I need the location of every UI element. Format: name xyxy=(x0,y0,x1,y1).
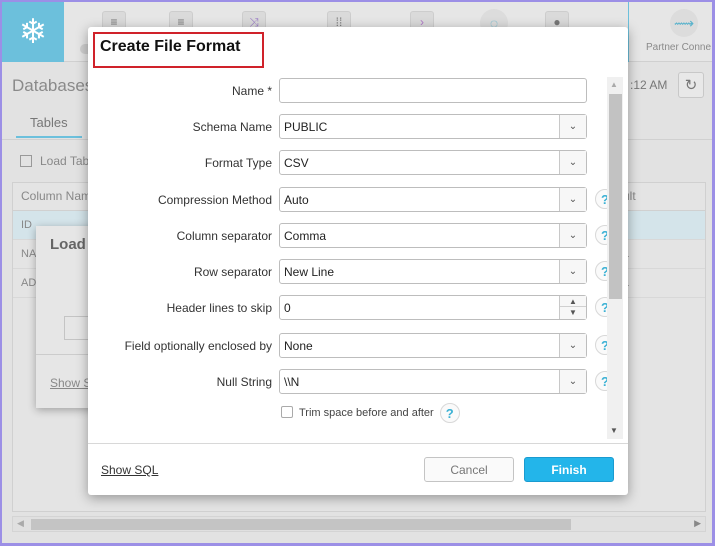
show-sql-link[interactable]: Show SQL xyxy=(101,463,158,477)
column-header-name[interactable]: Column Nam xyxy=(21,189,91,203)
upload-icon xyxy=(20,155,32,167)
dialog-title: Create File Format xyxy=(100,38,241,55)
refresh-button[interactable]: ↻ xyxy=(678,72,704,98)
horizontal-scrollbar[interactable]: ◀ ▶ xyxy=(12,516,706,532)
chevron-down-icon[interactable]: ⌄ xyxy=(559,370,586,393)
null-string-select[interactable]: \\N ⌄ xyxy=(279,369,587,394)
schema-name-row: Schema Name PUBLIC ⌄ xyxy=(88,114,628,140)
row-cell: ID xyxy=(21,219,32,231)
form-vertical-scrollbar[interactable]: ▲ ▼ xyxy=(607,77,623,439)
column-separator-value: Comma xyxy=(284,229,327,243)
scroll-down-icon[interactable]: ▼ xyxy=(610,426,618,435)
schema-name-label: Schema Name xyxy=(192,120,272,134)
refresh-icon: ↻ xyxy=(684,77,698,94)
compression-method-row: Compression Method Auto ⌄ ? xyxy=(88,187,628,213)
header-lines-row: Header lines to skip 0 ▲ ▼ ? xyxy=(88,295,628,321)
last-refreshed-time: :12 AM xyxy=(630,78,668,92)
header-lines-label: Header lines to skip xyxy=(166,301,272,315)
cancel-button[interactable]: Cancel xyxy=(424,457,514,482)
stepper-controls: ▲ ▼ xyxy=(559,296,586,319)
header-lines-value: 0 xyxy=(284,301,291,315)
field-enclosed-row: Field optionally enclosed by None ⌄ ? xyxy=(88,333,628,359)
page-title: Databases xyxy=(12,76,94,95)
schema-name-select[interactable]: PUBLIC ⌄ xyxy=(279,114,587,139)
load-table-label: Load Tab xyxy=(40,154,90,168)
row-separator-row: Row separator New Line ⌄ ? xyxy=(88,259,628,285)
chevron-down-icon[interactable]: ⌄ xyxy=(559,260,586,283)
form-area: Name * Schema Name PUBLIC ⌄ Format Type C… xyxy=(88,72,628,442)
chevron-down-icon[interactable]: ⌄ xyxy=(559,224,586,247)
chevron-down-icon[interactable]: ⌄ xyxy=(559,188,586,211)
format-type-row: Format Type CSV ⌄ xyxy=(88,150,628,176)
snowflake-logo-icon[interactable]: ❄ xyxy=(2,2,64,62)
trim-space-label: Trim space before and after xyxy=(299,406,434,419)
null-string-row: Null String \\N ⌄ ? xyxy=(88,369,628,395)
format-type-label: Format Type xyxy=(204,156,272,170)
scrollbar-thumb[interactable] xyxy=(609,94,622,299)
schema-name-value: PUBLIC xyxy=(284,120,328,134)
trim-space-checkbox[interactable] xyxy=(281,405,293,418)
null-string-value: \\N xyxy=(284,375,300,389)
finish-button[interactable]: Finish xyxy=(524,457,614,482)
null-string-label: Null String xyxy=(216,375,272,389)
scroll-up-icon[interactable]: ▲ xyxy=(610,80,618,89)
name-row: Name * xyxy=(88,78,628,104)
compression-method-select[interactable]: Auto ⌄ xyxy=(279,187,587,212)
row-cell: NA xyxy=(21,248,37,260)
compression-method-label: Compression Method xyxy=(157,193,272,207)
nav-divider xyxy=(628,2,629,62)
format-type-value: CSV xyxy=(284,156,309,170)
row-separator-select[interactable]: New Line ⌄ xyxy=(279,259,587,284)
load-dialog-show-sql-link[interactable]: Show S xyxy=(50,376,91,390)
chevron-down-icon[interactable]: ⌄ xyxy=(559,334,586,357)
row-cell: AD xyxy=(21,277,37,289)
tab-tables[interactable]: Tables xyxy=(16,115,82,138)
name-label: Name * xyxy=(231,84,272,98)
scroll-left-icon[interactable]: ◀ xyxy=(17,518,24,529)
column-separator-select[interactable]: Comma ⌄ xyxy=(279,223,587,248)
load-table-button[interactable]: Load Tab xyxy=(20,154,89,168)
field-enclosed-select[interactable]: None ⌄ xyxy=(279,333,587,358)
help-icon[interactable]: ? xyxy=(439,403,460,423)
name-input[interactable] xyxy=(279,78,587,103)
scroll-right-icon[interactable]: ▶ xyxy=(694,518,701,529)
column-separator-row: Column separator Comma ⌄ ? xyxy=(88,223,628,249)
field-enclosed-value: None xyxy=(284,339,313,353)
chevron-down-icon[interactable]: ⌄ xyxy=(559,115,586,138)
field-enclosed-label: Field optionally enclosed by xyxy=(124,339,272,353)
footer-divider xyxy=(88,443,628,444)
trim-space-option[interactable]: Trim space before and after? xyxy=(281,403,460,423)
increment-icon[interactable]: ▲ xyxy=(560,296,586,307)
row-separator-label: Row separator xyxy=(193,265,272,279)
compression-method-value: Auto xyxy=(284,193,309,207)
column-separator-label: Column separator xyxy=(176,229,272,243)
app-window: ❄ ≡ ≡ ⤨ ⁞⁞ › ◌ ● ⟿ Partner Conne Databas… xyxy=(2,2,712,543)
format-type-select[interactable]: CSV ⌄ xyxy=(279,150,587,175)
create-file-format-dialog: Create File Format Name * Schema Name PU… xyxy=(88,27,628,495)
scrollbar-thumb[interactable] xyxy=(31,519,571,530)
row-separator-value: New Line xyxy=(284,265,335,279)
header-lines-stepper[interactable]: 0 ▲ ▼ xyxy=(279,295,587,320)
chevron-down-icon[interactable]: ⌄ xyxy=(559,151,586,174)
partner-connect-icon[interactable]: ⟿ xyxy=(670,9,698,37)
decrement-icon[interactable]: ▼ xyxy=(560,307,586,318)
load-dialog-title: Load xyxy=(50,236,86,253)
partner-connect-label[interactable]: Partner Conne xyxy=(646,42,711,53)
